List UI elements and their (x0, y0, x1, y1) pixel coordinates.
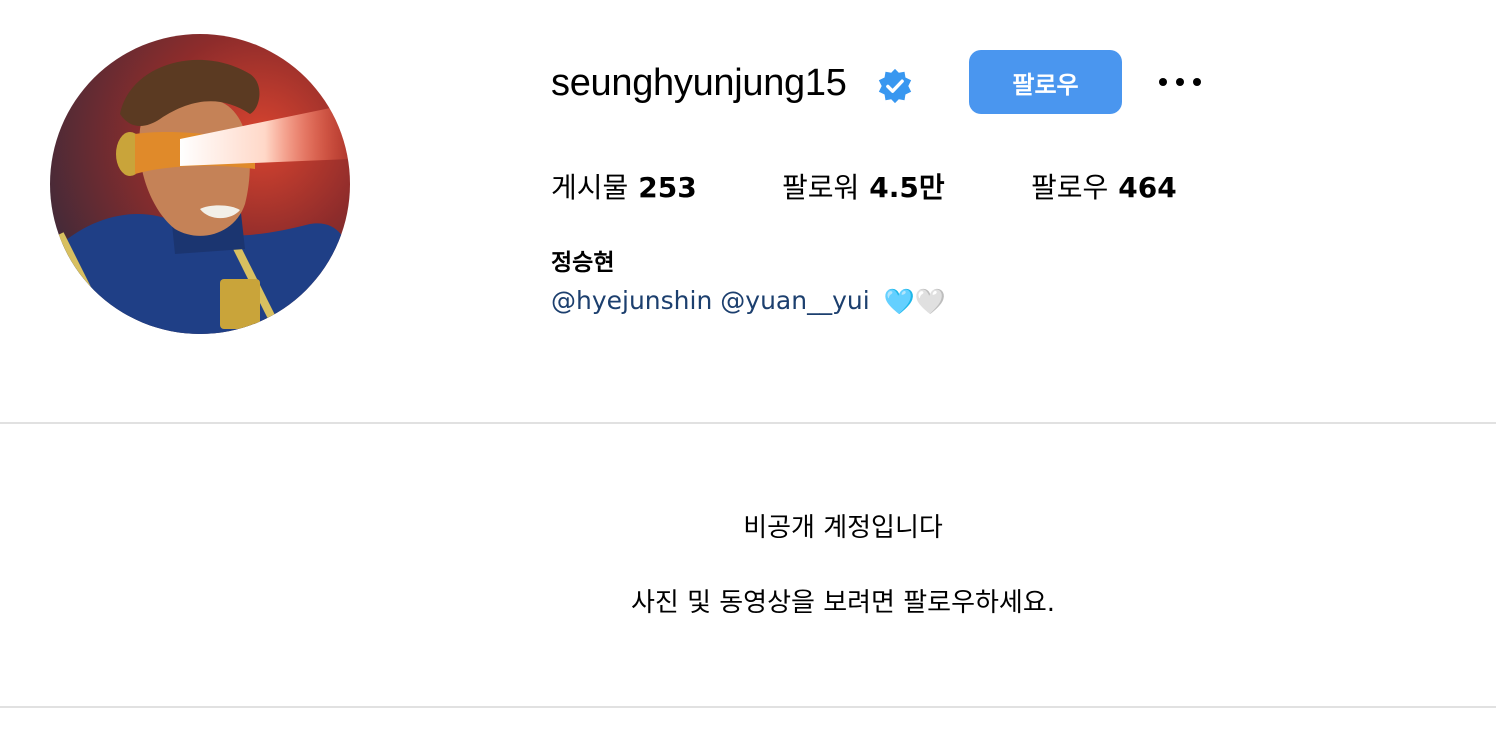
profile-username: seunghyunjung15 (551, 62, 847, 104)
avatar-image (50, 34, 350, 334)
following-label: 팔로우 (1031, 171, 1109, 204)
followers-value: 4.5만 (869, 171, 945, 204)
mention-link-yuan-yui[interactable]: @yuan__yui (720, 286, 869, 315)
private-account-title: 비공개 계정입니다 (743, 513, 943, 543)
verified-badge-icon (876, 67, 914, 105)
section-divider (0, 422, 1496, 424)
profile-bio: @hyejunshin @yuan__yui 🩵🤍 (551, 284, 946, 319)
section-divider-bottom (0, 706, 1496, 708)
private-account-message: 사진 및 동영상을 보려면 팔로우하세요. (630, 588, 1056, 618)
profile-avatar[interactable] (50, 34, 350, 334)
profile-full-name: 정승현 (551, 250, 615, 276)
posts-value: 253 (638, 171, 697, 204)
more-options-icon[interactable] (1154, 66, 1206, 98)
profile-page: seunghyunjung15 팔로우 게시물 253 팔로워 4.5만 팔로우 46… (0, 0, 1496, 736)
posts-label: 게시물 (551, 171, 629, 204)
followers-count[interactable]: 팔로워 4.5만 (782, 170, 945, 206)
follow-button[interactable]: 팔로우 (969, 50, 1122, 114)
hearts-emoji: 🩵🤍 (883, 287, 946, 316)
following-count[interactable]: 팔로우 464 (1031, 170, 1177, 206)
following-value: 464 (1118, 171, 1177, 204)
posts-count: 게시물 253 (551, 170, 697, 206)
followers-label: 팔로워 (782, 171, 860, 204)
mention-link-hyejunshin[interactable]: @hyejunshin (551, 286, 712, 315)
